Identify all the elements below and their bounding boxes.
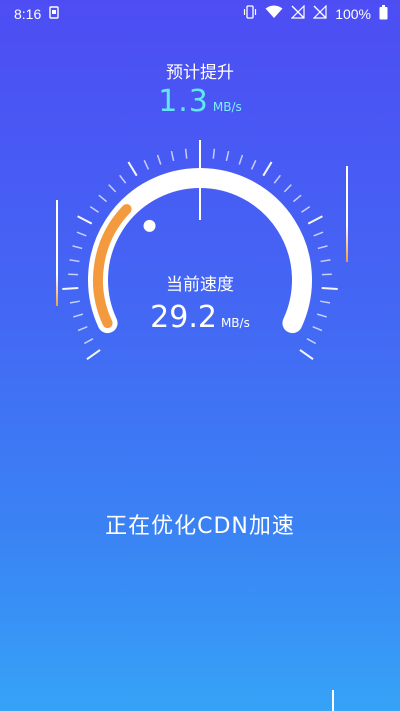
predicted-boost-unit: MB/s <box>212 100 242 114</box>
sim-card-icon <box>49 5 59 23</box>
speed-boost-screen: 8:16 100% 预计提升 1.3 MB/s 当前速度 29.2 MB/s 正… <box>0 0 400 711</box>
no-signal-icon <box>290 4 305 23</box>
gauge-tick <box>184 148 188 159</box>
gauge-tick <box>301 206 311 213</box>
battery-percent: 100% <box>335 6 371 22</box>
gauge-tick <box>299 349 314 360</box>
gauge-tick <box>306 338 317 345</box>
status-bar: 8:16 100% <box>0 0 400 28</box>
current-speed: 29.2 MB/s <box>0 300 400 335</box>
gauge-tick <box>127 161 138 177</box>
gauge-tick <box>292 194 302 203</box>
status-time: 8:16 <box>14 6 42 22</box>
gauge-tick <box>225 150 230 162</box>
gauge-tick <box>262 161 273 177</box>
gauge-tick <box>250 160 257 170</box>
gauge-indicator-dot <box>143 219 156 232</box>
gauge-tick <box>156 154 162 165</box>
gauge-tick <box>89 206 99 213</box>
gauge-tick <box>86 349 101 360</box>
gauge-tick <box>69 259 80 263</box>
gauge-tick <box>83 338 94 345</box>
gauge-tick <box>238 154 244 165</box>
battery-icon <box>379 4 388 24</box>
predicted-boost: 1.3 MB/s <box>0 84 400 119</box>
current-speed-label: 当前速度 <box>166 275 234 295</box>
gauge-tick <box>108 184 117 193</box>
gauge-tick <box>212 148 216 159</box>
gauge-tick <box>170 150 175 162</box>
no-signal-icon <box>312 4 327 23</box>
decorative-line <box>332 690 334 711</box>
gauge-tick <box>283 184 292 193</box>
wifi-icon <box>265 5 283 23</box>
status-bar-right: 100% <box>243 4 400 24</box>
current-speed-value: 29.2 <box>150 300 217 335</box>
gauge-tick <box>307 215 323 225</box>
current-speed-unit: MB/s <box>220 316 250 330</box>
gauge-tick <box>320 259 331 263</box>
gauge-tick <box>119 174 127 184</box>
vibrate-icon <box>243 5 257 23</box>
status-bar-left: 8:16 <box>0 5 59 23</box>
optimizing-status-message: 正在优化CDN加速 <box>105 514 295 539</box>
predicted-boost-title: 预计提升 <box>166 63 234 83</box>
gauge-tick <box>313 231 324 237</box>
gauge-tick <box>72 245 83 250</box>
gauge-tick <box>77 215 93 225</box>
gauge-tick <box>76 231 87 237</box>
gauge-tick <box>317 245 328 250</box>
gauge-tick <box>98 194 108 203</box>
gauge-tick <box>143 160 150 170</box>
gauge-tick <box>273 174 281 184</box>
predicted-boost-value: 1.3 <box>158 84 209 119</box>
